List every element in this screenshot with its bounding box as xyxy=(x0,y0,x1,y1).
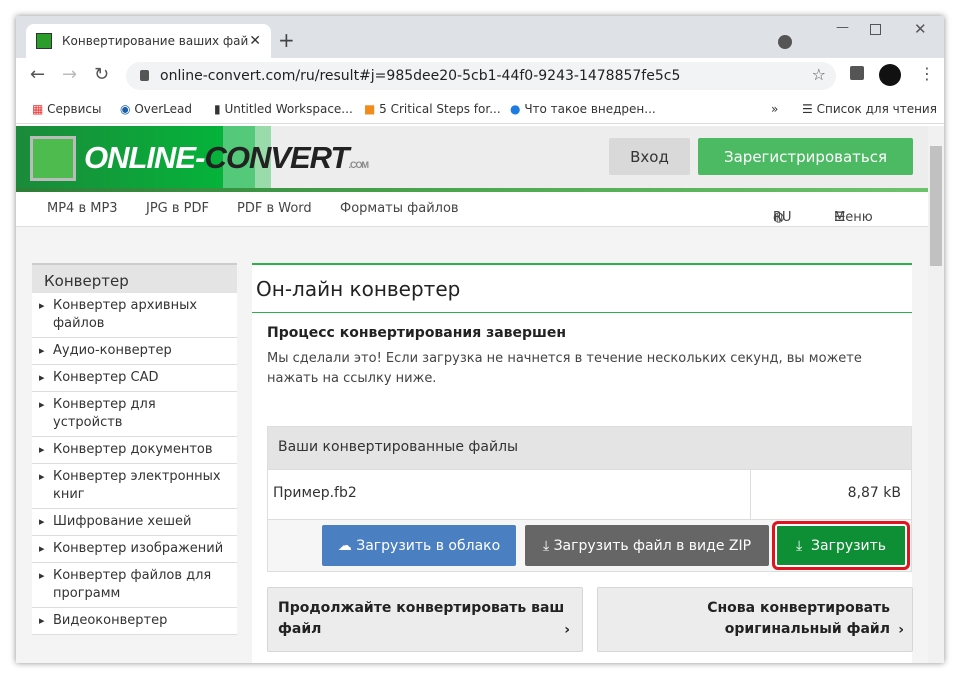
sidebar-item[interactable]: Видеоконвертер xyxy=(32,608,237,635)
scrollbar-thumb[interactable] xyxy=(930,146,942,266)
page-title: Он-лайн конвертер xyxy=(252,265,912,313)
sidebar-item[interactable]: Конвертер для устройств xyxy=(32,392,237,437)
bookmark-apps[interactable]: ▦ Сервисы xyxy=(32,102,102,116)
chat-icon: ■ xyxy=(364,102,376,116)
bookmark-untitled[interactable]: ▮ Untitled Workspace... xyxy=(214,102,353,116)
sidebar-item[interactable]: Конвертер электронных книг xyxy=(32,464,237,509)
web-page: ONLINE-CONVERT.COM Вход Зарегистрировать… xyxy=(16,126,928,663)
close-window-icon[interactable]: ✕ xyxy=(914,20,927,38)
file-name[interactable]: Пример.fb2 xyxy=(268,470,751,519)
main-content: Он-лайн конвертер Процесс конвертировани… xyxy=(252,263,913,663)
sidebar-item[interactable]: Аудио-конвертер xyxy=(32,338,237,365)
url-text: online-convert.com/ru/result#j=985dee20-… xyxy=(160,68,681,84)
sidebar-item[interactable]: Конвертер архивных файлов xyxy=(32,293,237,338)
workspace-icon: ▮ xyxy=(214,102,221,116)
address-bar[interactable]: online-convert.com/ru/result#j=985dee20-… xyxy=(126,62,836,90)
download-zip-button[interactable]: ⤓ Загрузить файл в виде ZIP xyxy=(525,525,769,566)
minimize-icon[interactable]: — xyxy=(836,20,849,35)
w-icon: ● xyxy=(510,102,521,116)
register-button[interactable]: Зарегистрироваться xyxy=(698,138,913,175)
browser-window: Конвертирование ваших файлов✕ + — ✕ ← → … xyxy=(16,16,944,663)
nav-jpg-pdf[interactable]: JPG в PDF xyxy=(146,201,209,216)
bookmarks-bar: ▦ Сервисы ◉ OverLead ▮ Untitled Workspac… xyxy=(16,94,944,124)
login-button[interactable]: Вход xyxy=(609,138,690,175)
bookmark-star-icon[interactable]: ☆ xyxy=(812,65,826,84)
overlead-icon: ◉ xyxy=(120,102,131,116)
site-logo[interactable]: ONLINE-CONVERT.COM xyxy=(84,140,369,176)
sidebar-item[interactable]: Шифрование хешей xyxy=(32,509,237,536)
reading-list[interactable]: ☰ Список для чтения xyxy=(802,102,937,116)
chevron-right-icon: › xyxy=(898,622,904,638)
logo-figure-icon[interactable] xyxy=(30,136,76,181)
tab-bar: Конвертирование ваших файлов✕ + — ✕ xyxy=(16,16,944,58)
reload-icon[interactable]: ↻ xyxy=(94,64,109,85)
nav-mp4-mp3[interactable]: MP4 в MP3 xyxy=(47,201,118,216)
chevron-right-icon: › xyxy=(564,622,570,638)
sidebar: Конвертер Конвертер архивных файлов Ауди… xyxy=(32,263,237,635)
site-favicon xyxy=(36,33,52,49)
site-header: ONLINE-CONVERT.COM Вход Зарегистрировать… xyxy=(16,126,928,192)
profile-avatar[interactable] xyxy=(879,64,901,86)
forward-icon[interactable]: → xyxy=(62,64,77,85)
maximize-icon[interactable] xyxy=(870,24,881,35)
scrollbar[interactable] xyxy=(928,126,944,663)
sidebar-title: Конвертер xyxy=(32,263,237,293)
extensions-icon[interactable] xyxy=(850,66,864,80)
sidebar-item[interactable]: Конвертер изображений xyxy=(32,536,237,563)
sidebar-item[interactable]: Конвертер CAD xyxy=(32,365,237,392)
nav-pdf-word[interactable]: PDF в Word xyxy=(237,201,312,216)
top-nav: MP4 в MP3 JPG в PDF PDF в Word Форматы ф… xyxy=(16,192,928,227)
reading-list-icon: ☰ xyxy=(802,102,813,116)
upload-cloud-button[interactable]: ☁ Загрузить в облако xyxy=(322,525,516,566)
tab-title: Конвертирование ваших файлов xyxy=(62,34,249,48)
sidebar-item[interactable]: Конвертер файлов для программ xyxy=(32,563,237,608)
cloud-upload-icon: ☁ xyxy=(337,537,357,554)
bookmark-overlead[interactable]: ◉ OverLead xyxy=(120,102,192,116)
file-actions: ☁ Загрузить в облако ⤓ Загрузить файл в … xyxy=(268,519,911,571)
globe-icon: ◍ xyxy=(773,210,785,225)
file-row: Пример.fb2 8,87 kB xyxy=(268,469,911,519)
back-icon[interactable]: ← xyxy=(30,64,45,85)
menu-dots-icon[interactable]: ⋮ xyxy=(919,64,935,83)
files-header: Ваши конвертированные файлы xyxy=(268,427,911,469)
sidebar-item[interactable]: Конвертер документов xyxy=(32,437,237,464)
status-text: Мы сделали это! Если загрузка не начнетс… xyxy=(267,351,862,386)
toolbar: ← → ↻ online-convert.com/ru/result#j=985… xyxy=(16,58,944,94)
tab-search-icon[interactable] xyxy=(778,35,792,49)
download-icon: ⤓ xyxy=(542,537,554,554)
new-tab-icon[interactable]: + xyxy=(278,28,295,52)
apps-grid-icon: ▦ xyxy=(32,102,44,116)
hamburger-icon: ☰ xyxy=(834,210,846,225)
close-tab-icon[interactable]: ✕ xyxy=(249,33,261,49)
file-size: 8,87 kB xyxy=(847,485,901,501)
converted-files-table: Ваши конвертированные файлы Пример.fb2 8,… xyxy=(267,426,912,572)
lock-icon xyxy=(140,70,149,81)
more-bookmarks[interactable]: » xyxy=(771,102,778,116)
continue-converting-card[interactable]: Продолжайте конвертировать ваш файл › xyxy=(267,587,583,652)
bookmark-critical-steps[interactable]: ■ 5 Critical Steps for... xyxy=(364,102,501,116)
download-button[interactable]: ⤓ Загрузить xyxy=(772,521,910,570)
bookmark-what-is[interactable]: ● Что такое внедрен... xyxy=(510,102,656,116)
download-icon: ⤓ xyxy=(795,537,812,554)
nav-formats[interactable]: Форматы файлов xyxy=(340,201,459,216)
status-title: Процесс конвертирования завершен xyxy=(267,325,567,341)
convert-again-card[interactable]: Снова конвертировать оригинальный файл › xyxy=(597,587,913,652)
browser-tab[interactable]: Конвертирование ваших файлов✕ xyxy=(26,24,271,58)
